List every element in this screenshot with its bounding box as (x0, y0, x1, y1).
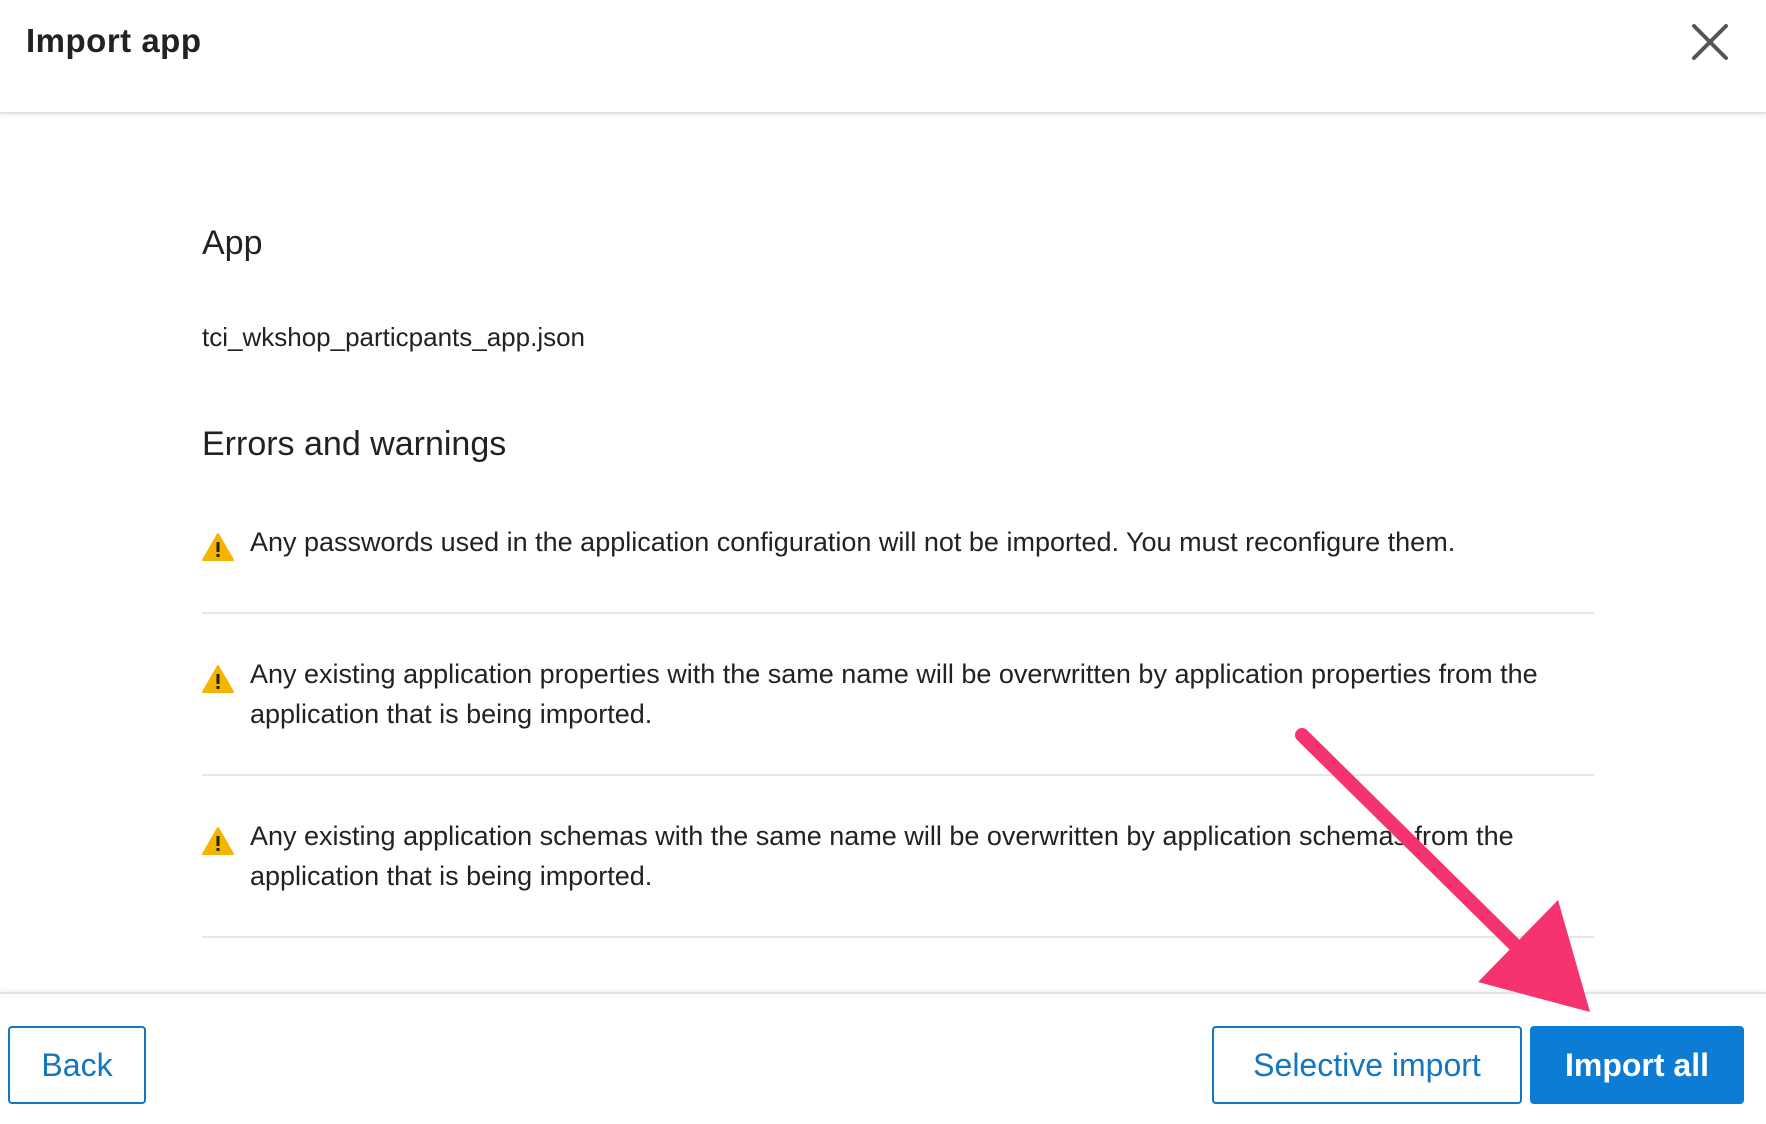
back-button[interactable]: Back (8, 1026, 146, 1104)
warning-text: Any passwords used in the application co… (250, 527, 1456, 557)
divider (202, 612, 1594, 614)
app-filename: tci_wkshop_particpants_app.json (202, 322, 586, 352)
close-button[interactable] (1688, 20, 1732, 64)
import-all-button[interactable]: Import all (1530, 1026, 1744, 1104)
dialog-header: Import app (0, 0, 1766, 114)
warning-icon (202, 533, 234, 561)
warning-icon (202, 665, 234, 693)
dialog-footer: Back Selective import Import all (0, 992, 1766, 1124)
warning-text: Any existing application schemas with th… (250, 821, 1514, 891)
warning-text: Any existing application properties with… (250, 659, 1538, 729)
divider (202, 774, 1594, 776)
divider (202, 936, 1594, 938)
app-heading: App (202, 224, 263, 262)
warning-icon (202, 827, 234, 855)
close-icon (1692, 24, 1728, 60)
errors-heading: Errors and warnings (202, 425, 507, 463)
selective-import-button[interactable]: Selective import (1212, 1026, 1522, 1104)
dialog-title: Import app (26, 22, 202, 59)
